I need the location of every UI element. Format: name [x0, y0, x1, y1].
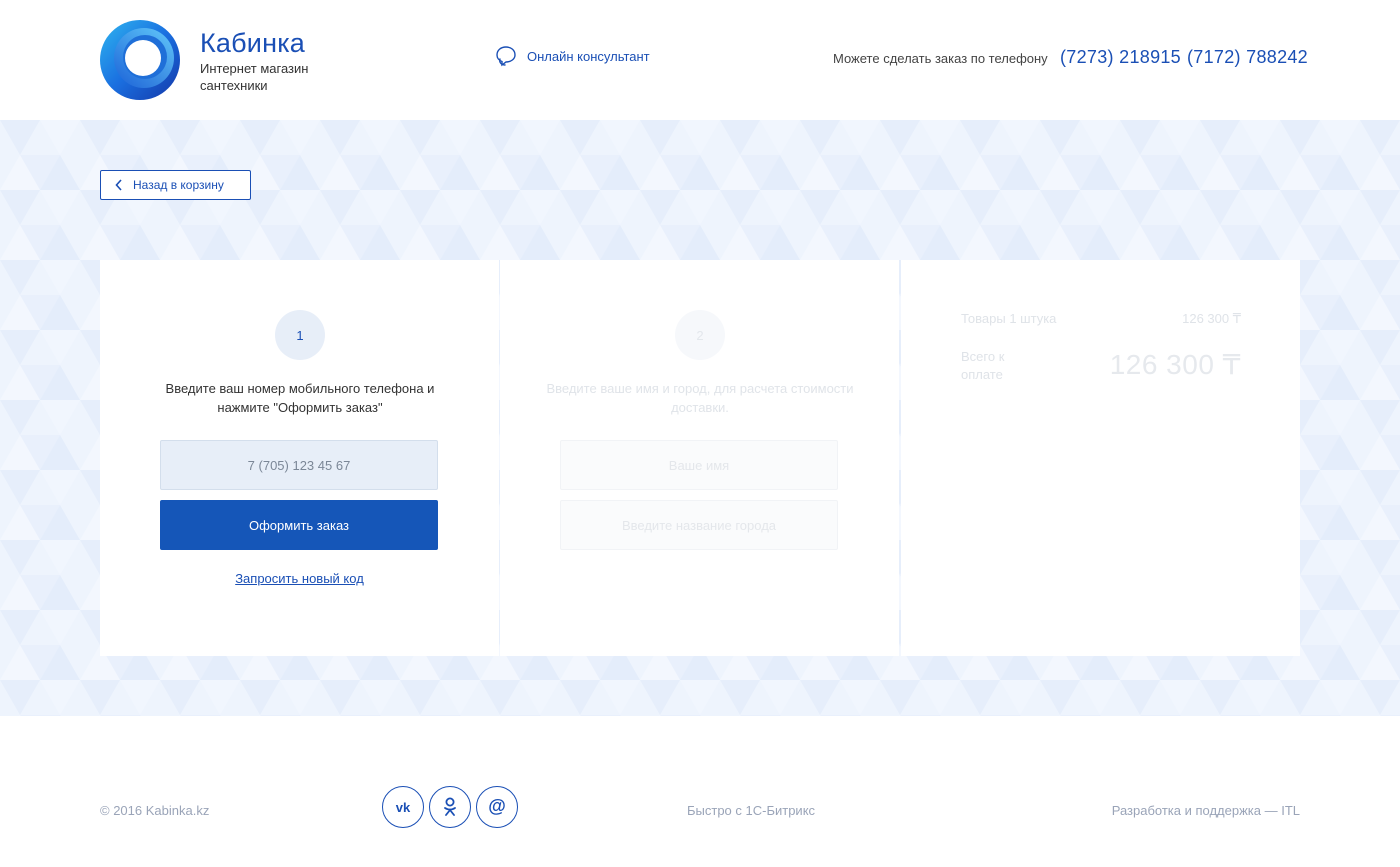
items-price: 126 300 ₸: [1182, 311, 1241, 326]
back-to-cart-button[interactable]: Назад в корзину: [100, 170, 251, 200]
phone-number-1[interactable]: (7273) 218915: [1060, 47, 1181, 68]
step-1-instruction: Введите ваш номер мобильного телефона и …: [165, 381, 435, 415]
online-consultant-label: Онлайн консультант: [527, 48, 650, 64]
total-label: Всего к оплате: [961, 349, 1005, 382]
step-2-panel: 2 Введите ваше имя и город, для расчета …: [500, 260, 899, 656]
site-footer: © 2016 Kabinka.kz vk @ Быстро с 1С-Битри…: [0, 716, 1400, 867]
odnoklassniki-link[interactable]: [429, 786, 471, 828]
order-summary-panel: Товары 1 штука 126 300 ₸ Всего к оплате …: [901, 260, 1300, 656]
name-input[interactable]: Ваше имя: [560, 440, 838, 490]
step-2-instruction: Введите ваше имя и город, для расчета ст…: [546, 381, 854, 415]
checkout-section: Назад в корзину 1 Введите ваш номер моби…: [0, 120, 1400, 716]
vk-icon: vk: [396, 800, 411, 814]
social-links: vk @: [382, 786, 518, 828]
city-input[interactable]: Введите название города: [560, 500, 838, 550]
phone-order-label: Можете сделать заказ по телефону: [833, 51, 1048, 66]
site-header: Кабинка Интернет магазин сантехники Онла…: [0, 0, 1400, 120]
svg-text:vk: vk: [396, 800, 411, 814]
brand-name[interactable]: Кабинка: [200, 28, 330, 58]
vk-link[interactable]: vk: [382, 786, 424, 828]
phone-number-2[interactable]: (7172) 788242: [1187, 47, 1308, 68]
phone-input[interactable]: 7 (705) 123 45 67: [160, 440, 438, 490]
total-summary-row: Всего к оплате 126 300 ₸: [961, 348, 1241, 384]
step-1-panel: 1 Введите ваш номер мобильного телефона …: [100, 260, 499, 656]
bitrix-link[interactable]: Быстро с 1С-Битрикс: [687, 803, 815, 818]
checkout-steps: 1 Введите ваш номер мобильного телефона …: [100, 260, 1300, 656]
total-price: 126 300 ₸: [1109, 349, 1241, 380]
brand-logo[interactable]: [100, 20, 180, 100]
back-to-cart-label: Назад в корзину: [133, 178, 224, 192]
place-order-button[interactable]: Оформить заказ: [160, 500, 438, 550]
developer-link[interactable]: Разработка и поддержка — ITL: [1111, 803, 1300, 818]
brand-tagline: Интернет магазин сантехники: [200, 61, 309, 93]
mail-ru-link[interactable]: @: [476, 786, 518, 828]
copyright: © 2016 Kabinka.kz: [100, 803, 210, 818]
chevron-left-icon: [115, 179, 122, 191]
items-summary-row: Товары 1 штука 126 300 ₸: [961, 311, 1241, 327]
step-1-number: 1: [275, 310, 325, 360]
step-2-number: 2: [675, 310, 725, 360]
mail-ru-icon: @: [488, 796, 506, 816]
chat-bubbles-icon: [496, 46, 516, 67]
svg-text:@: @: [488, 796, 506, 816]
request-new-code-link[interactable]: Запросить новый код: [100, 571, 499, 586]
odnoklassniki-icon: [444, 797, 456, 816]
brand: Кабинка Интернет магазин сантехники: [200, 28, 330, 94]
online-consultant-link[interactable]: Онлайн консультант: [494, 44, 650, 68]
items-count-label: Товары 1 штука: [961, 311, 1057, 326]
